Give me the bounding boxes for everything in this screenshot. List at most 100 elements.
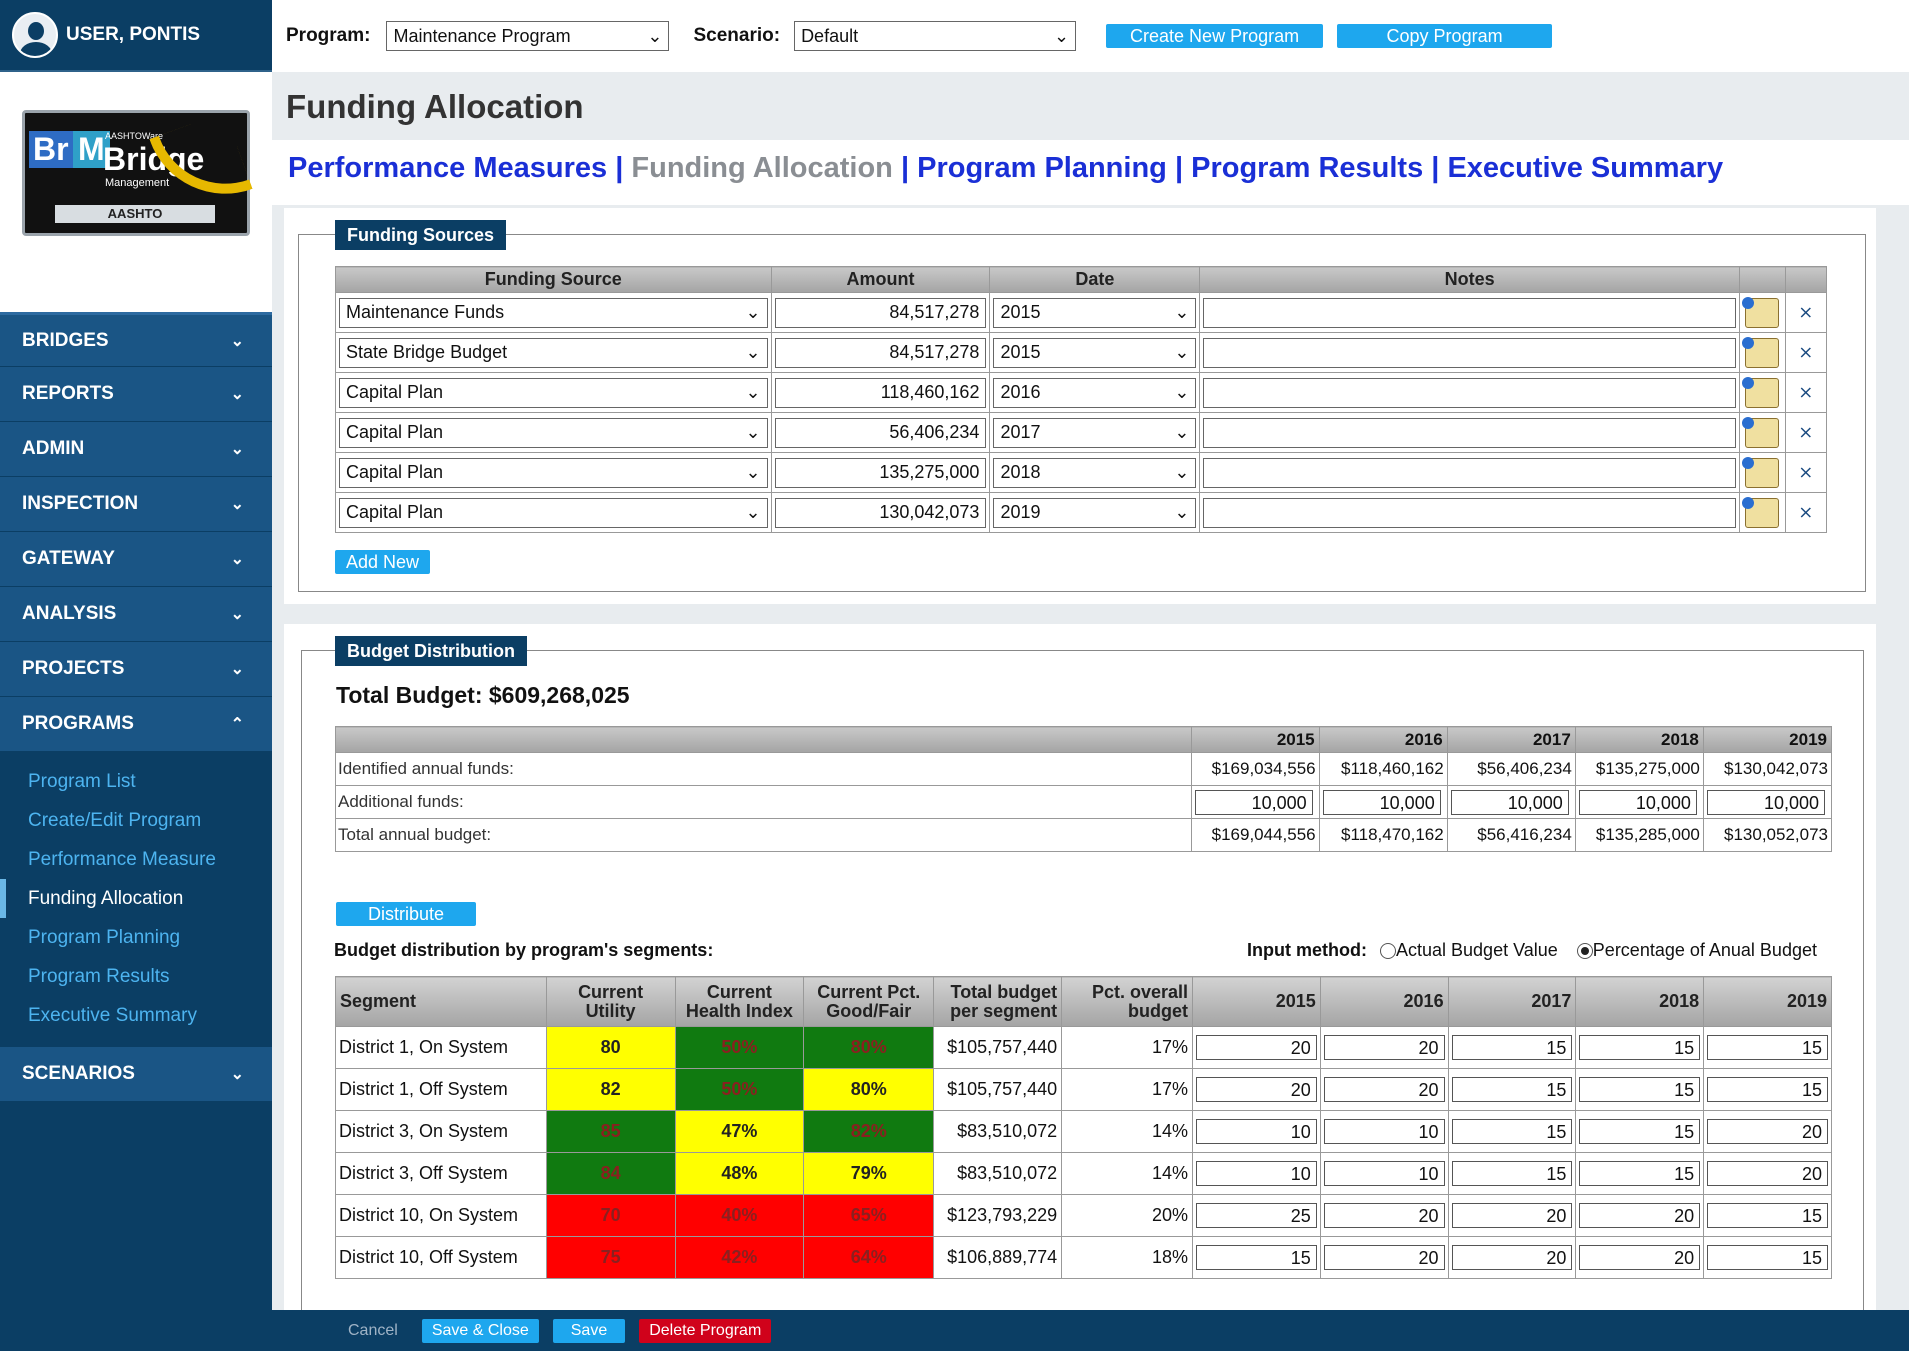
year-pct-input[interactable]: 15 <box>1196 1245 1317 1270</box>
delete-row-icon[interactable]: ⨯ <box>1784 372 1828 413</box>
note-edit-icon[interactable] <box>1742 376 1780 408</box>
save-and-close-button[interactable]: Save & Close <box>421 1318 539 1343</box>
year-pct-input[interactable]: 10 <box>1323 1161 1445 1186</box>
sidebar-item-programs[interactable]: PROGRAMS ⌃ <box>0 697 272 752</box>
user-bar[interactable]: USER, PONTIS <box>0 0 272 72</box>
submenu-item[interactable]: Executive Summary <box>0 996 272 1035</box>
note-edit-icon[interactable] <box>1742 296 1780 328</box>
actual-budget-radio[interactable] <box>1380 943 1396 960</box>
year-pct-input[interactable]: 20 <box>1323 1077 1445 1102</box>
notes-input[interactable] <box>1203 457 1736 488</box>
submenu-item[interactable]: Program Planning <box>0 918 272 957</box>
year-pct-input[interactable]: 15 <box>1707 1245 1828 1270</box>
funding-source-select[interactable]: Capital Plan ⌄ <box>339 497 768 528</box>
submenu-item[interactable]: Program Results <box>0 957 272 996</box>
additional-funds-input[interactable]: 10,000 <box>1578 789 1697 815</box>
date-select[interactable]: 2019 ⌄ <box>993 497 1197 528</box>
amount-input[interactable]: 118,460,162 <box>774 377 987 408</box>
percentage-budget-radio[interactable] <box>1576 943 1593 960</box>
year-pct-input[interactable]: 20 <box>1323 1245 1445 1270</box>
create-new-program-button[interactable]: Create New Program <box>1106 24 1324 48</box>
notes-input[interactable] <box>1203 377 1736 408</box>
date-select[interactable]: 2015 ⌄ <box>993 297 1197 328</box>
year-pct-input[interactable]: 20 <box>1451 1203 1573 1228</box>
funding-source-select[interactable]: Capital Plan ⌄ <box>339 417 768 448</box>
submenu-item[interactable]: Program List <box>0 762 272 801</box>
sidebar-item-admin[interactable]: ADMIN ⌄ <box>0 422 272 477</box>
amount-input[interactable]: 84,517,278 <box>774 337 987 368</box>
amount-input[interactable]: 130,042,073 <box>774 497 987 528</box>
program-select[interactable]: Maintenance Program ⌄ <box>386 21 670 51</box>
notes-input[interactable] <box>1203 297 1736 328</box>
amount-input[interactable]: 84,517,278 <box>774 297 987 328</box>
distribute-button[interactable]: Distribute <box>336 902 476 926</box>
notes-input[interactable] <box>1203 417 1736 448</box>
year-pct-input[interactable]: 15 <box>1579 1035 1701 1060</box>
year-pct-input[interactable]: 15 <box>1707 1203 1828 1228</box>
note-edit-icon[interactable] <box>1742 456 1780 488</box>
date-select[interactable]: 2017 ⌄ <box>993 417 1197 448</box>
funding-source-select[interactable]: Capital Plan ⌄ <box>339 457 768 488</box>
additional-funds-input[interactable]: 10,000 <box>1322 789 1441 815</box>
delete-row-icon[interactable]: ⨯ <box>1784 332 1828 373</box>
sidebar-item-gateway[interactable]: GATEWAY ⌄ <box>0 532 272 587</box>
delete-row-icon[interactable]: ⨯ <box>1784 292 1828 333</box>
year-pct-input[interactable]: 10 <box>1196 1119 1317 1144</box>
cancel-button[interactable]: Cancel <box>338 1319 408 1343</box>
year-pct-input[interactable]: 25 <box>1196 1203 1317 1228</box>
date-select[interactable]: 2016 ⌄ <box>993 377 1197 408</box>
sidebar-item-scenarios[interactable]: SCENARIOS ⌄ <box>0 1047 272 1102</box>
delete-row-icon[interactable]: ⨯ <box>1784 492 1828 533</box>
year-pct-input[interactable]: 15 <box>1579 1119 1701 1144</box>
notes-input[interactable] <box>1203 337 1736 368</box>
sidebar-item-inspection[interactable]: INSPECTION ⌄ <box>0 477 272 532</box>
year-pct-input[interactable]: 20 <box>1323 1035 1445 1060</box>
sidebar-item-analysis[interactable]: ANALYSIS ⌄ <box>0 587 272 642</box>
sidebar-item-projects[interactable]: PROJECTS ⌄ <box>0 642 272 697</box>
year-pct-input[interactable]: 20 <box>1196 1077 1317 1102</box>
submenu-item[interactable]: Funding Allocation <box>0 879 272 918</box>
date-select[interactable]: 2018 ⌄ <box>993 457 1197 488</box>
year-pct-input[interactable]: 20 <box>1579 1203 1701 1228</box>
additional-funds-input[interactable]: 10,000 <box>1194 789 1313 815</box>
subnav-program-results[interactable]: Program Results <box>1191 152 1423 184</box>
submenu-item[interactable]: Performance Measure <box>0 840 272 879</box>
year-pct-input[interactable]: 15 <box>1579 1161 1701 1186</box>
note-edit-icon[interactable] <box>1742 336 1780 368</box>
year-pct-input[interactable]: 20 <box>1323 1203 1445 1228</box>
notes-input[interactable] <box>1203 497 1736 528</box>
note-edit-icon[interactable] <box>1742 416 1780 448</box>
copy-program-button[interactable]: Copy Program <box>1337 24 1553 48</box>
year-pct-input[interactable]: 15 <box>1451 1035 1573 1060</box>
year-pct-input[interactable]: 10 <box>1323 1119 1445 1144</box>
note-edit-icon[interactable] <box>1742 496 1780 528</box>
year-pct-input[interactable]: 20 <box>1707 1161 1828 1186</box>
scenario-select[interactable]: Default ⌄ <box>794 21 1077 51</box>
year-pct-input[interactable]: 15 <box>1451 1119 1573 1144</box>
funding-source-select[interactable]: Maintenance Funds ⌄ <box>339 297 768 328</box>
submenu-item[interactable]: Create/Edit Program <box>0 801 272 840</box>
subnav-program-planning[interactable]: Program Planning <box>917 152 1167 184</box>
amount-input[interactable]: 56,406,234 <box>774 417 987 448</box>
sidebar-item-reports[interactable]: REPORTS ⌄ <box>0 367 272 422</box>
additional-funds-input[interactable]: 10,000 <box>1706 789 1825 815</box>
delete-row-icon[interactable]: ⨯ <box>1784 412 1828 453</box>
year-pct-input[interactable]: 15 <box>1707 1077 1828 1102</box>
year-pct-input[interactable]: 15 <box>1707 1035 1828 1060</box>
year-pct-input[interactable]: 10 <box>1196 1161 1317 1186</box>
year-pct-input[interactable]: 20 <box>1707 1119 1828 1144</box>
funding-source-select[interactable]: State Bridge Budget ⌄ <box>339 337 768 368</box>
year-pct-input[interactable]: 20 <box>1451 1245 1573 1270</box>
funding-source-select[interactable]: Capital Plan ⌄ <box>339 377 768 408</box>
subnav-performance-measures[interactable]: Performance Measures <box>288 152 607 184</box>
year-pct-input[interactable]: 20 <box>1196 1035 1317 1060</box>
sidebar-item-bridges[interactable]: BRIDGES ⌄ <box>0 312 272 367</box>
delete-row-icon[interactable]: ⨯ <box>1784 452 1828 493</box>
year-pct-input[interactable]: 15 <box>1579 1077 1701 1102</box>
subnav-executive-summary[interactable]: Executive Summary <box>1447 152 1723 184</box>
delete-program-button[interactable]: Delete Program <box>639 1318 772 1343</box>
year-pct-input[interactable]: 20 <box>1579 1245 1701 1270</box>
save-button[interactable]: Save <box>552 1318 626 1343</box>
date-select[interactable]: 2015 ⌄ <box>993 337 1197 368</box>
additional-funds-input[interactable]: 10,000 <box>1450 789 1569 815</box>
